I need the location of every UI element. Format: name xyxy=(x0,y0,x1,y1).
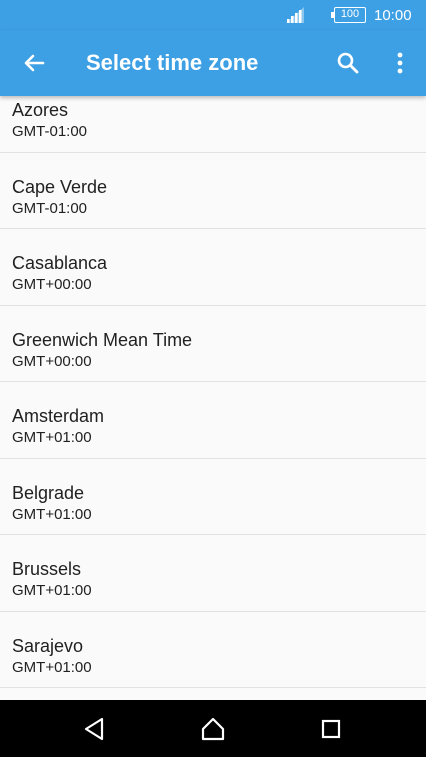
navigation-bar xyxy=(0,700,426,757)
list-item-brussels[interactable]: Brussels GMT+01:00 xyxy=(0,535,426,612)
nav-home-icon[interactable] xyxy=(200,716,226,742)
time-zone-name: Belgrade xyxy=(12,482,85,503)
time-zone-list[interactable]: Azores GMT-01:00 Cape Verde GMT-01:00 Ca… xyxy=(0,96,426,700)
time-zone-name: Casablanca xyxy=(12,253,108,273)
list-item-casablanca[interactable]: Casablanca GMT+00:00 xyxy=(0,229,426,306)
time-zone-offset: GMT+01:00 xyxy=(12,505,92,523)
time-zone-offset: GMT+01:00 xyxy=(12,658,92,676)
arrow-left-icon[interactable] xyxy=(18,47,50,79)
time-zone-name: Cape Verde xyxy=(12,176,108,197)
signal-icon xyxy=(286,7,304,23)
time-zone-name: Sarajevo xyxy=(12,635,84,656)
time-zone-offset: GMT+00:00 xyxy=(12,352,92,370)
list-item-greenwich-mean-time[interactable]: Greenwich Mean Time GMT+00:00 xyxy=(0,306,426,382)
battery-icon: 100 xyxy=(331,7,366,23)
list-item-azores[interactable]: Azores GMT-01:00 xyxy=(0,96,426,153)
time-zone-offset: GMT-01:00 xyxy=(12,199,88,217)
list-item-belgrade[interactable]: Belgrade GMT+01:00 xyxy=(0,459,426,535)
nav-back-icon[interactable] xyxy=(82,716,108,742)
more-vertical-icon[interactable] xyxy=(386,47,414,79)
status-bar: 100 10:00 xyxy=(0,0,426,30)
list-item-amsterdam[interactable]: Amsterdam GMT+01:00 xyxy=(0,382,426,459)
page-title: Select time zone xyxy=(86,50,259,75)
time-zone-offset: GMT-01:00 xyxy=(12,123,88,140)
time-zone-offset: GMT+01:00 xyxy=(12,429,92,446)
time-zone-offset: GMT+00:00 xyxy=(12,276,92,293)
list-item-sarajevo[interactable]: Sarajevo GMT+01:00 xyxy=(0,612,426,688)
app-bar: Select time zone xyxy=(0,30,426,96)
time-zone-name: Brussels xyxy=(12,559,82,579)
list-item-cape-verde[interactable]: Cape Verde GMT-01:00 xyxy=(0,153,426,229)
clock: 10:00 xyxy=(374,7,412,24)
time-zone-offset: GMT+01:00 xyxy=(12,582,92,599)
time-zone-name: Greenwich Mean Time xyxy=(12,329,193,350)
battery-level: 100 xyxy=(340,8,360,20)
time-zone-name: Amsterdam xyxy=(12,406,105,426)
search-icon[interactable] xyxy=(332,47,364,79)
time-zone-name: Azores xyxy=(12,100,69,120)
nav-recents-icon[interactable] xyxy=(318,716,344,742)
